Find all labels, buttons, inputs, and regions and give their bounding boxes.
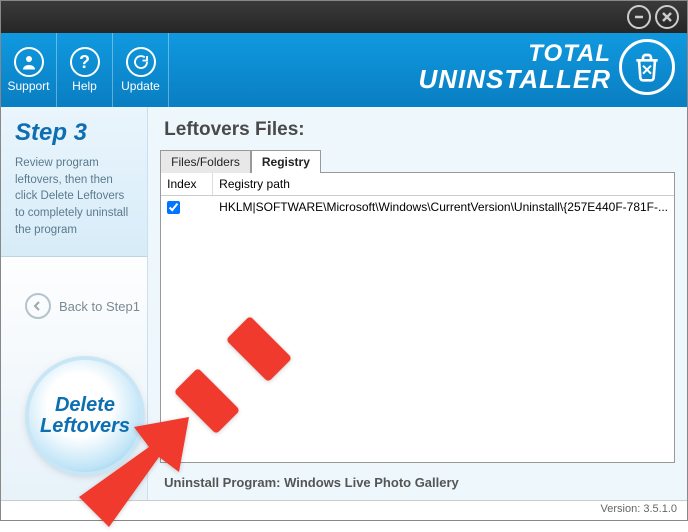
update-button[interactable]: Update xyxy=(113,33,169,107)
delete-leftovers-label-2: Leftovers xyxy=(40,416,130,437)
body: Step 3 Review program leftovers, then th… xyxy=(1,107,687,500)
column-index: Index xyxy=(161,173,213,195)
brand: TOTAL UNINSTALLER xyxy=(418,39,675,95)
tabs: Files/Folders Registry xyxy=(160,149,675,172)
tab-registry[interactable]: Registry xyxy=(251,150,321,173)
sidebar: Step 3 Review program leftovers, then th… xyxy=(1,107,148,500)
back-to-step1-button[interactable]: Back to Step1 xyxy=(25,293,140,319)
grid-header: Index Registry path xyxy=(161,173,674,196)
row-checkbox[interactable] xyxy=(167,201,180,214)
column-registry-path: Registry path xyxy=(213,173,674,195)
step-description: Review program leftovers, then then clic… xyxy=(15,155,133,238)
uninstall-program-label: Uninstall Program: Windows Live Photo Ga… xyxy=(160,463,675,500)
help-label: Help xyxy=(72,79,97,93)
help-button[interactable]: ? Help xyxy=(57,33,113,107)
status-bar: Version: 3.5.1.0 xyxy=(1,500,687,520)
support-icon xyxy=(14,47,44,77)
leftovers-title: Leftovers Files: xyxy=(164,119,675,141)
update-label: Update xyxy=(121,79,160,93)
step-panel: Step 3 Review program leftovers, then th… xyxy=(1,107,148,257)
table-row[interactable]: HKLM|SOFTWARE\Microsoft\Windows\CurrentV… xyxy=(161,196,674,218)
help-icon: ? xyxy=(70,47,100,77)
back-arrow-icon xyxy=(25,293,51,319)
titlebar xyxy=(1,1,687,33)
delete-leftovers-label-1: Delete xyxy=(40,395,130,416)
close-button[interactable] xyxy=(655,5,679,29)
support-button[interactable]: Support xyxy=(1,33,57,107)
app-window: Support ? Help Update TOTAL UNINSTALLER xyxy=(0,0,688,521)
trash-icon xyxy=(619,39,675,95)
support-label: Support xyxy=(7,79,49,93)
row-path: HKLM|SOFTWARE\Microsoft\Windows\CurrentV… xyxy=(213,196,674,218)
leftovers-grid: Index Registry path HKLM|SOFTWARE\Micros… xyxy=(160,172,675,463)
back-label: Back to Step1 xyxy=(59,299,140,314)
main-panel: Leftovers Files: Files/Folders Registry … xyxy=(148,107,687,500)
version-label: Version: 3.5.1.0 xyxy=(601,503,677,515)
header-bar: Support ? Help Update TOTAL UNINSTALLER xyxy=(1,33,687,107)
minimize-button[interactable] xyxy=(627,5,651,29)
brand-line1: TOTAL xyxy=(418,42,611,66)
update-icon xyxy=(126,47,156,77)
sidebar-actions: Back to Step1 Delete Leftovers xyxy=(1,257,148,500)
step-title: Step 3 xyxy=(15,119,133,147)
brand-line2: UNINSTALLER xyxy=(418,66,611,92)
delete-leftovers-button[interactable]: Delete Leftovers xyxy=(29,360,141,472)
tab-files-folders[interactable]: Files/Folders xyxy=(160,150,251,173)
